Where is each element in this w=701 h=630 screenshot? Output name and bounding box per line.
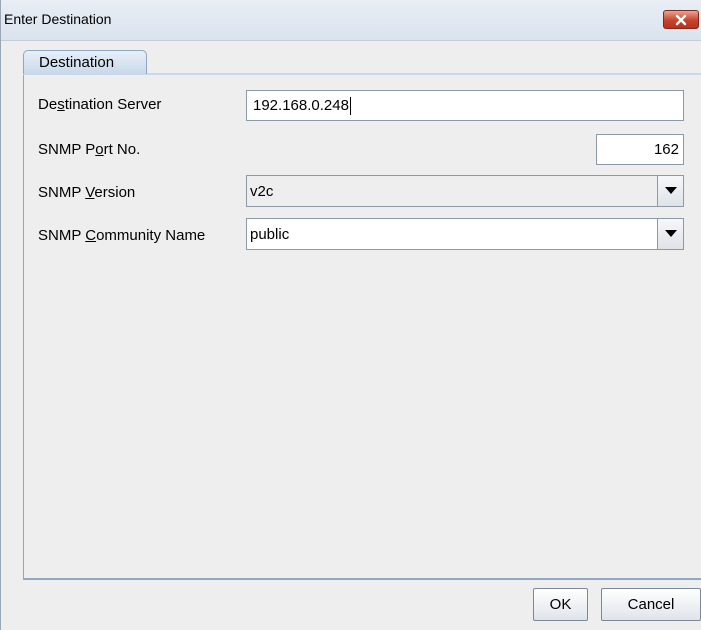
button-bar-separator [23, 579, 701, 580]
tab-destination[interactable]: Destination [23, 50, 147, 74]
snmp-version-label-part: SNMP [38, 184, 86, 201]
snmp-port-value: 162 [653, 141, 679, 158]
snmp-port-label-mnemonic: o [95, 141, 104, 158]
window-title: Enter Destination [4, 11, 112, 27]
snmp-port-label: SNMP Port No. [38, 141, 140, 158]
destination-server-label: Destination Server [38, 96, 161, 113]
snmp-community-label-mnemonic: C [85, 227, 97, 244]
snmp-port-label-part: SNMP P [38, 141, 96, 158]
close-button[interactable] [663, 10, 699, 29]
destination-server-label-part: tination Server [64, 96, 162, 113]
chevron-down-icon [664, 182, 677, 200]
destination-server-label-mnemonic: s [57, 96, 65, 113]
snmp-port-label-part: rt No. [103, 141, 141, 158]
snmp-version-dropdown-button[interactable] [657, 176, 683, 206]
tab-destination-label: Destination [39, 54, 115, 71]
destination-server-label-part: De [38, 96, 58, 113]
title-bar[interactable]: Enter Destination [1, 0, 701, 41]
snmp-community-label-part: ommunity Name [96, 227, 206, 244]
snmp-community-label-part: SNMP [38, 227, 86, 244]
snmp-community-label: SNMP Community Name [38, 227, 205, 244]
close-icon [675, 14, 687, 26]
snmp-version-label: SNMP Version [38, 184, 135, 201]
snmp-port-input[interactable]: 162 [596, 134, 684, 165]
cancel-button[interactable]: Cancel [601, 588, 701, 621]
snmp-community-dropdown-button[interactable] [657, 219, 683, 249]
chevron-down-icon [664, 225, 677, 243]
snmp-community-select[interactable]: public [246, 218, 684, 250]
destination-server-input[interactable]: 192.168.0.248 [246, 90, 684, 121]
destination-server-value: 192.168.0.248 [253, 97, 349, 114]
enter-destination-dialog: Enter Destination Destination Destinatio… [0, 0, 701, 630]
text-caret [349, 96, 351, 115]
snmp-community-value: public [250, 225, 290, 243]
snmp-version-value: v2c [250, 182, 274, 200]
snmp-version-label-part: ersion [94, 184, 136, 201]
snmp-version-select[interactable]: v2c [246, 175, 684, 207]
ok-button[interactable]: OK [533, 588, 588, 621]
